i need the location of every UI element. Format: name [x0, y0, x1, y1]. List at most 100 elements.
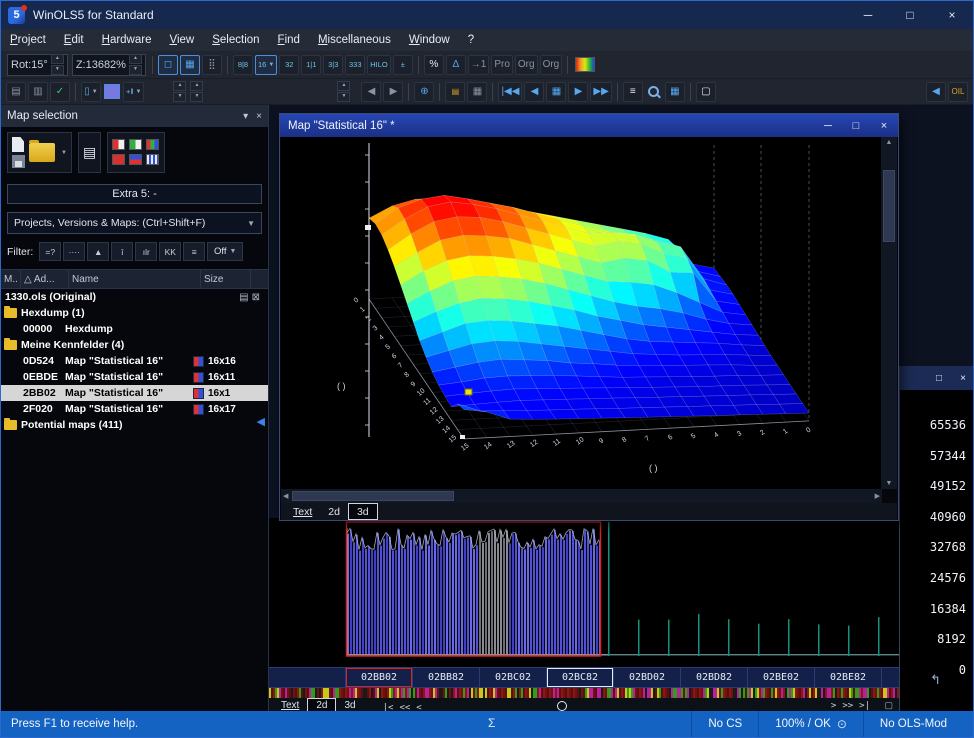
grid-view-icon[interactable]: ▤ — [239, 292, 248, 303]
tree-row-hexdump[interactable]: Hexdump (1) — [1, 305, 268, 321]
save-project-icon[interactable] — [12, 155, 25, 168]
minimize-icon[interactable]: ─ — [814, 114, 842, 137]
column-header-size[interactable]: Size — [201, 270, 251, 288]
tree-row-0d524[interactable]: 0D524Map "Statistical 16"16x16 — [1, 353, 268, 369]
horizontal-scrollbar[interactable]: ◀ ▶ — [281, 489, 882, 503]
map-tab-3d[interactable]: 3d — [348, 503, 378, 520]
filter-toggle-3[interactable]: ▲ — [87, 242, 109, 261]
view-mode-icon[interactable]: ◻ — [158, 55, 178, 75]
map-multi-icon[interactable] — [146, 139, 159, 150]
prev-map-icon[interactable]: ◀ — [524, 82, 544, 102]
hilo-icon[interactable]: HILO — [367, 55, 391, 75]
close-icon[interactable]: × — [951, 366, 974, 390]
edit-map-icon[interactable]: ▦ — [665, 82, 685, 102]
org-grid-icon[interactable]: Org — [540, 55, 563, 75]
address-cell-02bd82[interactable]: 02BD82 — [681, 668, 748, 687]
menu-item-hardware[interactable]: Hardware — [93, 34, 161, 46]
filter-toggle-7[interactable]: ≡ — [183, 242, 205, 261]
column-header-name[interactable]: Name — [69, 270, 201, 288]
menu-item-window[interactable]: Window — [400, 34, 459, 46]
map-delete-icon[interactable] — [112, 154, 125, 165]
bytes-8-icon[interactable]: 8|8 — [233, 55, 253, 75]
filter-toggle-1[interactable]: =? — [39, 242, 61, 261]
maximize-icon[interactable]: □ — [889, 1, 931, 29]
detach-window-icon[interactable]: ▢ — [884, 700, 893, 711]
copy-version-icon[interactable]: ▥ — [28, 82, 48, 102]
open-project-icon-dropdown-icon[interactable]: ▼ — [61, 150, 67, 156]
dock-arrow-icon[interactable]: ◀ — [926, 82, 946, 102]
menu-item-help[interactable]: ? — [459, 34, 483, 46]
surface-3d-plot[interactable]: 1514131211109876543210012345678910111213… — [281, 137, 881, 489]
scrollbar-thumb[interactable] — [292, 491, 454, 501]
close-box-icon[interactable]: ⊠ — [252, 292, 260, 303]
last-map-icon[interactable]: ▶▶ — [590, 82, 611, 102]
zoom-stepper[interactable]: Z:13682% ▲▼ — [72, 54, 146, 76]
address-cell-02bb02[interactable]: 02BB02 — [346, 668, 413, 687]
panel-close-icon[interactable]: × — [256, 111, 262, 122]
panel-menu-icon[interactable]: ▾ — [243, 111, 248, 122]
address-cell-02be82[interactable]: 02BE82 — [815, 668, 882, 687]
scroll-up-icon[interactable]: ▲ — [886, 139, 893, 146]
panel-collapse-arrow-icon[interactable]: ◀ — [257, 415, 265, 428]
filter-toggle-5[interactable]: ılr — [135, 242, 157, 261]
prev-diff-icon[interactable]: ◀ — [361, 82, 381, 102]
org-icon[interactable]: Org — [515, 55, 538, 75]
open-project-icon[interactable] — [29, 143, 55, 162]
tree-row-00000[interactable]: 00000Hexdump — [1, 321, 268, 337]
extra-slot-button[interactable]: Extra 5: - — [7, 184, 262, 204]
first-map-icon[interactable]: |◀◀ — [498, 82, 522, 102]
map-split-icon[interactable] — [129, 154, 142, 165]
address-cell-02bc82[interactable]: 02BC82 — [547, 668, 614, 687]
rotation-spin-icon[interactable]: ▲▼ — [51, 54, 64, 75]
bytes-32-icon[interactable]: 32 — [279, 55, 299, 75]
nav-right-1[interactable]: > — [828, 701, 839, 711]
close-icon[interactable]: × — [931, 1, 973, 29]
oil-icon[interactable]: OIL — [948, 82, 968, 102]
maximize-icon[interactable]: □ — [842, 114, 870, 137]
next-diff-icon[interactable]: ▶ — [383, 82, 403, 102]
menu-item-miscellaneous[interactable]: Miscellaneous — [309, 34, 400, 46]
map-import-icon[interactable] — [129, 139, 142, 150]
scroll-down-icon[interactable]: ▼ — [886, 480, 893, 487]
hex-window-icon[interactable]: ▦ — [467, 82, 487, 102]
menu-item-selection[interactable]: Selection — [203, 34, 268, 46]
tree-row-2bb02[interactable]: 2BB02Map "Statistical 16"16x1 — [1, 385, 268, 401]
filter-toggle-6[interactable]: KK — [159, 242, 181, 261]
map-new-icon[interactable] — [112, 139, 125, 150]
address-cell-02bb82[interactable]: 02BB82 — [413, 668, 480, 687]
hexdump-2d-view[interactable] — [269, 518, 899, 667]
bytes-16-icon-dropdown-icon[interactable]: ▼ — [268, 62, 274, 68]
new-version-icon[interactable]: ▤ — [6, 82, 26, 102]
tree-row-potential[interactable]: Potential maps (411) — [1, 417, 268, 433]
menu-item-edit[interactable]: Edit — [55, 34, 93, 46]
rotation-stepper[interactable]: Rot:15° ▲▼ — [7, 54, 68, 76]
col-count-spinner[interactable]: ▲▼ — [190, 81, 203, 102]
close-icon[interactable]: × — [870, 114, 898, 137]
map-window-titlebar[interactable]: Map "Statistical 16" * ─ □ × — [280, 114, 898, 137]
scroll-right-icon[interactable]: ▶ — [875, 492, 880, 500]
delta-icon[interactable]: Δ — [446, 55, 466, 75]
new-project-icon[interactable] — [12, 137, 24, 152]
cols-3-icon[interactable]: 3|3 — [323, 55, 343, 75]
column-header-ad[interactable]: △ Ad... — [21, 270, 69, 288]
search-maps-icon[interactable] — [647, 85, 661, 99]
colormap-icon[interactable] — [575, 57, 595, 72]
undo-arrow-icon[interactable]: ↰ — [930, 672, 941, 688]
filter-toggle-4[interactable]: ī — [111, 242, 133, 261]
bytes-16-icon[interactable]: 16▼ — [255, 55, 277, 75]
percent-icon[interactable]: % — [424, 55, 444, 75]
column-mode-icon[interactable]: ▯▼ — [81, 82, 101, 102]
column-mode-icon-dropdown-icon[interactable]: ▼ — [92, 89, 98, 95]
address-cell-02bc02[interactable]: 02BC02 — [480, 668, 547, 687]
scrollbar-thumb[interactable] — [883, 170, 895, 242]
position-slider-handle[interactable] — [557, 701, 567, 711]
tree-row-2f020[interactable]: 2F020Map "Statistical 16"16x17 — [1, 401, 268, 417]
add-column-icon[interactable]: +‖▼ — [123, 82, 144, 102]
address-cell-02be02[interactable]: 02BE02 — [748, 668, 815, 687]
dump-view-icon[interactable]: ⣿ — [202, 55, 222, 75]
menu-item-view[interactable]: View — [161, 34, 204, 46]
add-column-icon-dropdown-icon[interactable]: ▼ — [135, 89, 141, 95]
hexdump-minimap[interactable] — [269, 688, 899, 698]
fill-color-icon[interactable] — [104, 84, 120, 99]
pro-icon[interactable]: Pro — [491, 55, 513, 75]
